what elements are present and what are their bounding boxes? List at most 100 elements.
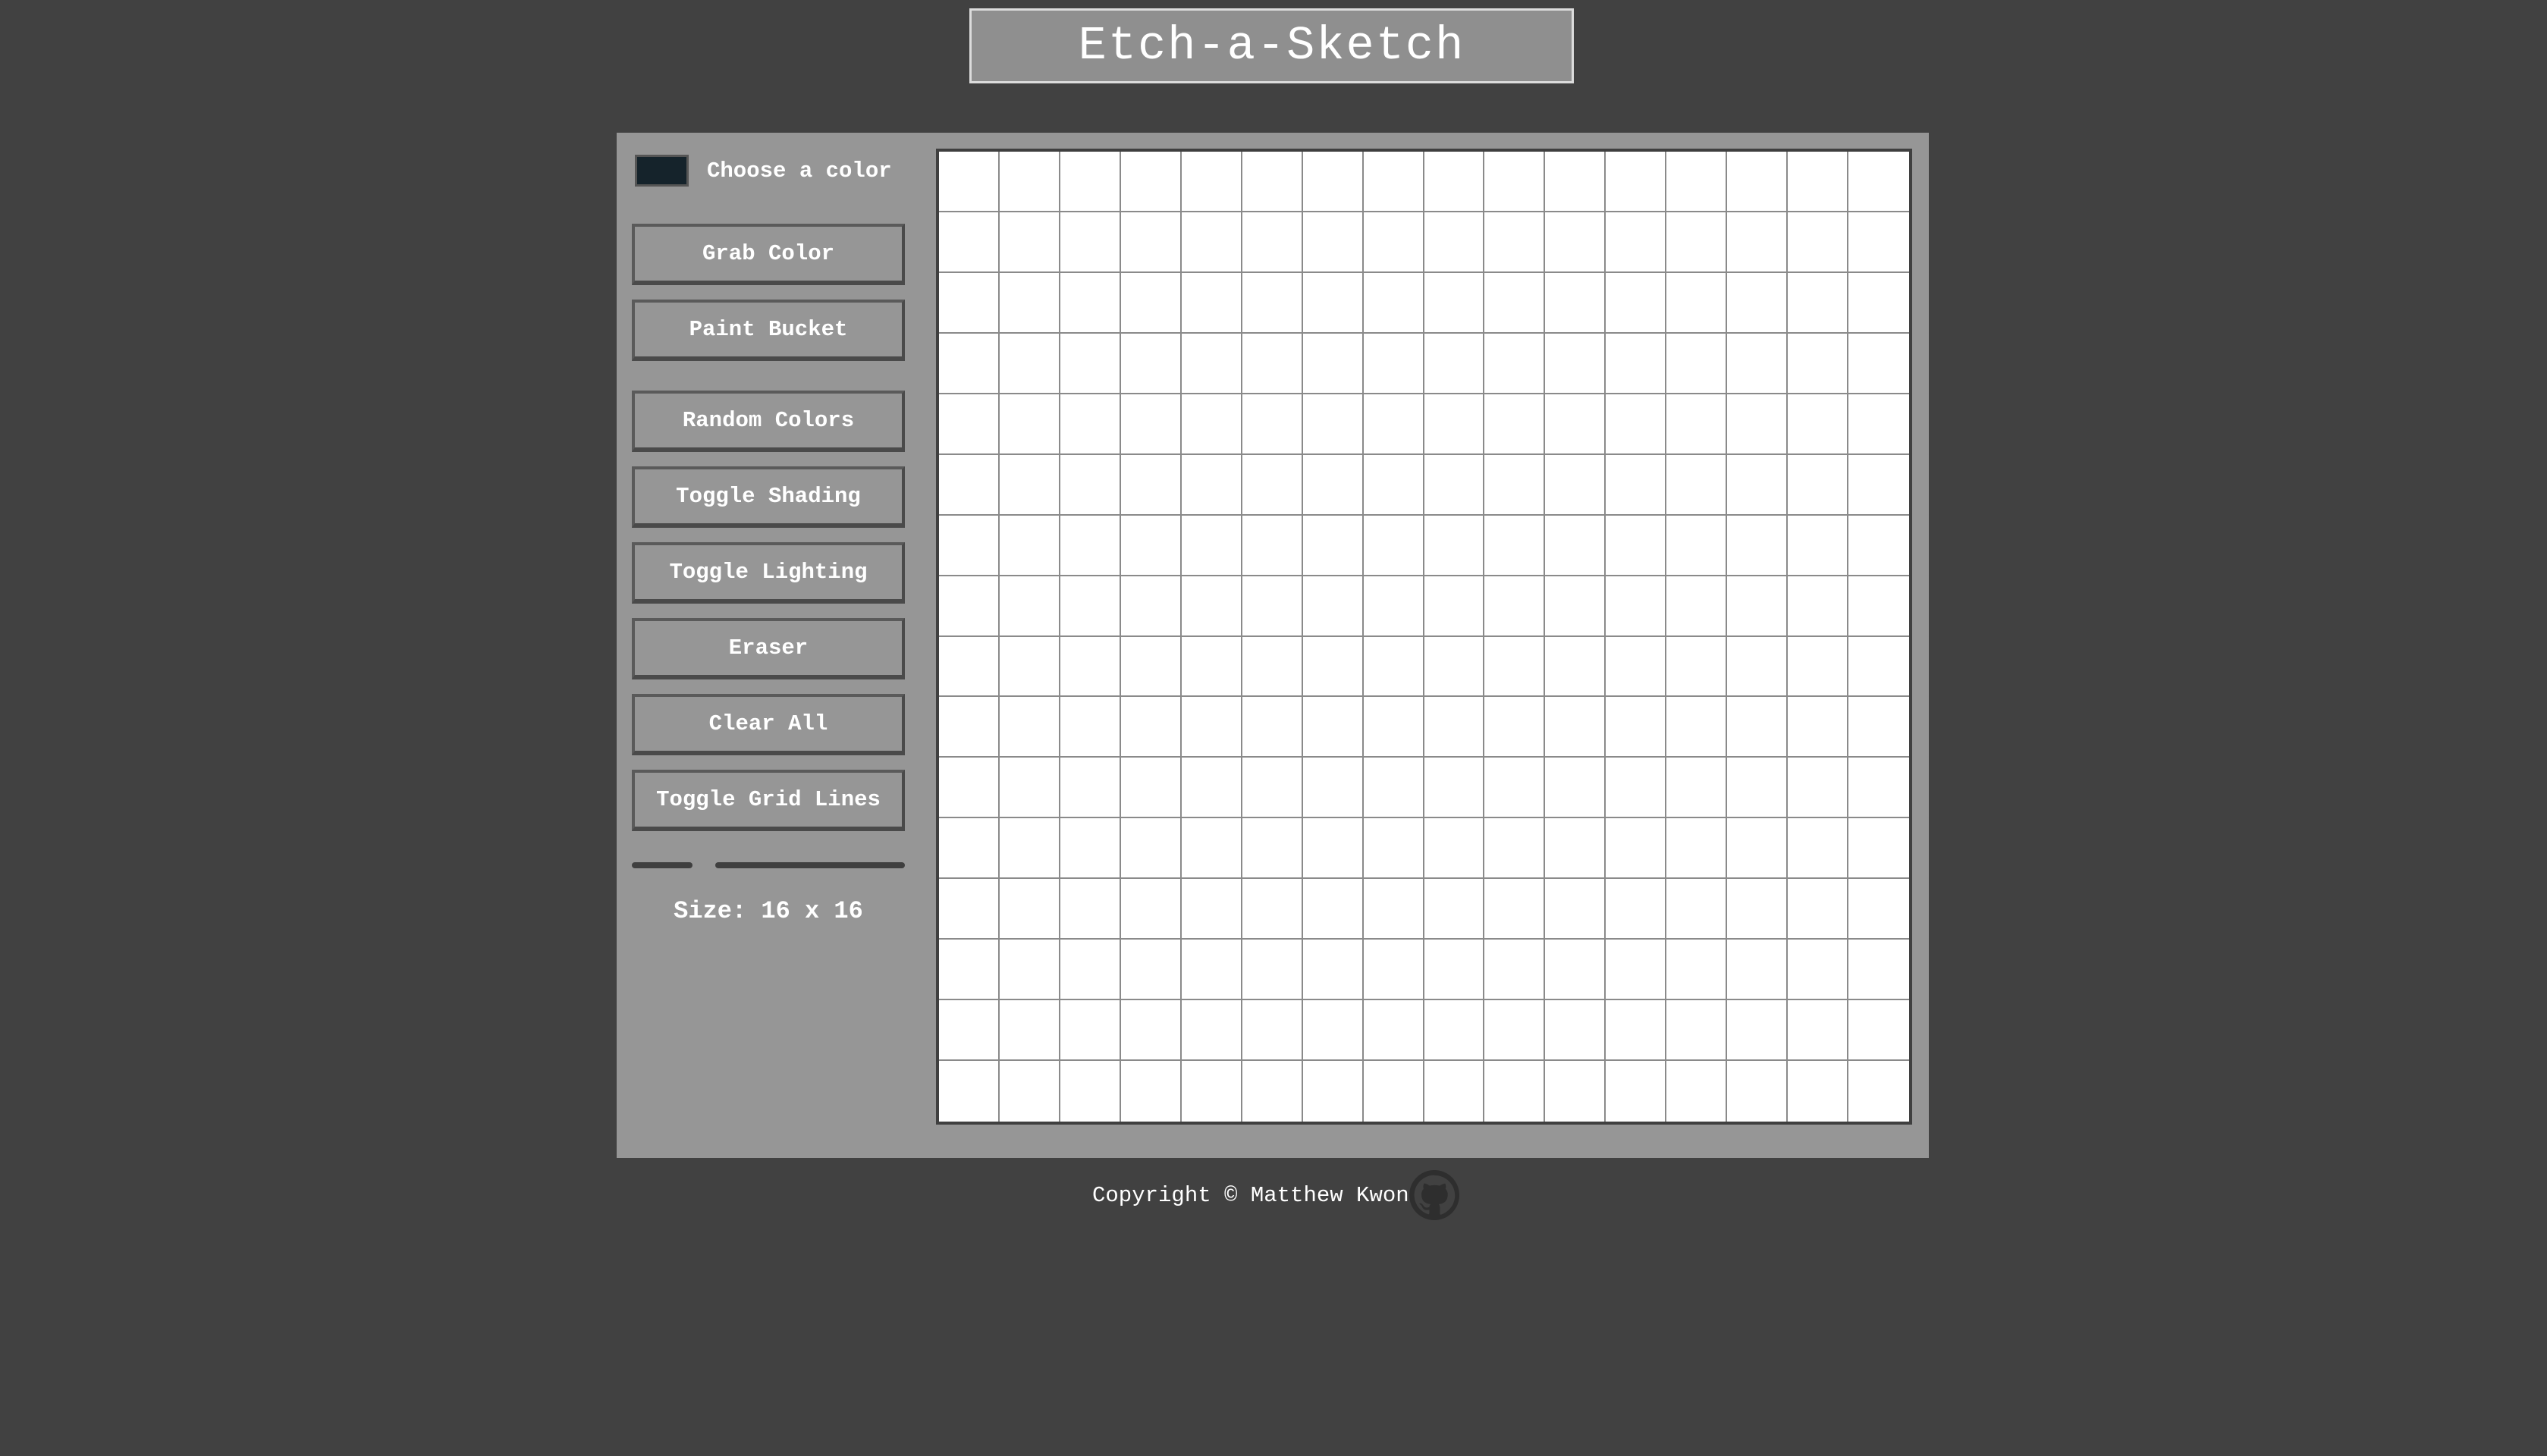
grid-cell[interactable] <box>1424 212 1485 273</box>
grid-cell[interactable] <box>1060 576 1121 637</box>
grid-cell[interactable] <box>939 1061 1000 1122</box>
grid-cell[interactable] <box>1848 454 1909 516</box>
grid-cell[interactable] <box>1302 940 1364 1001</box>
grid-cell[interactable] <box>1545 515 1606 576</box>
grid-cell[interactable] <box>1484 818 1546 880</box>
grid-cell[interactable] <box>1060 515 1121 576</box>
grid-cell[interactable] <box>1060 1000 1121 1062</box>
github-icon[interactable] <box>1409 1170 1459 1220</box>
grid-cell[interactable] <box>1242 758 1303 819</box>
grid-cell[interactable] <box>1666 212 1728 273</box>
grid-cell[interactable] <box>1120 394 1182 455</box>
grid-cell[interactable] <box>1727 1000 1789 1062</box>
grid-cell[interactable] <box>1666 515 1728 576</box>
grid-cell[interactable] <box>1242 1000 1303 1062</box>
grid-cell[interactable] <box>999 272 1060 334</box>
grid-cell[interactable] <box>1606 152 1667 212</box>
grid-cell[interactable] <box>1424 940 1485 1001</box>
grid-cell[interactable] <box>1727 394 1789 455</box>
grid-cell[interactable] <box>1060 454 1121 516</box>
grid-cell[interactable] <box>1242 515 1303 576</box>
grid-cell[interactable] <box>1545 576 1606 637</box>
toggle-lighting-button[interactable]: Toggle Lighting <box>632 542 905 604</box>
grid-cell[interactable] <box>1788 576 1849 637</box>
grab-color-button[interactable]: Grab Color <box>632 224 905 285</box>
grid-cell[interactable] <box>1363 636 1424 698</box>
grid-cell[interactable] <box>1363 1061 1424 1122</box>
eraser-button[interactable]: Eraser <box>632 618 905 679</box>
grid-cell[interactable] <box>1545 879 1606 940</box>
grid-cell[interactable] <box>1848 152 1909 212</box>
grid-cell[interactable] <box>1848 272 1909 334</box>
grid-cell[interactable] <box>1545 1000 1606 1062</box>
grid-cell[interactable] <box>1181 576 1242 637</box>
grid-cell[interactable] <box>939 152 1000 212</box>
grid-cell[interactable] <box>1484 697 1546 758</box>
grid-cell[interactable] <box>1788 697 1849 758</box>
grid-cell[interactable] <box>939 879 1000 940</box>
grid-cell[interactable] <box>999 1061 1060 1122</box>
grid-cell[interactable] <box>1424 697 1485 758</box>
grid-cell[interactable] <box>1666 454 1728 516</box>
grid-cell[interactable] <box>1181 1061 1242 1122</box>
grid-cell[interactable] <box>939 758 1000 819</box>
grid-cell[interactable] <box>1060 394 1121 455</box>
grid-cell[interactable] <box>1242 697 1303 758</box>
grid-cell[interactable] <box>1424 636 1485 698</box>
grid-cell[interactable] <box>1606 333 1667 394</box>
grid-cell[interactable] <box>999 394 1060 455</box>
grid-cell[interactable] <box>1606 1000 1667 1062</box>
grid-cell[interactable] <box>999 636 1060 698</box>
grid-cell[interactable] <box>1363 394 1424 455</box>
grid-cell[interactable] <box>1302 879 1364 940</box>
grid-cell[interactable] <box>939 940 1000 1001</box>
grid-cell[interactable] <box>1545 697 1606 758</box>
grid-cell[interactable] <box>1363 879 1424 940</box>
grid-cell[interactable] <box>1666 636 1728 698</box>
grid-cell[interactable] <box>1060 333 1121 394</box>
color-picker-swatch[interactable] <box>635 155 689 187</box>
grid-cell[interactable] <box>1424 879 1485 940</box>
grid-cell[interactable] <box>999 152 1060 212</box>
grid-cell[interactable] <box>999 212 1060 273</box>
grid-cell[interactable] <box>1302 333 1364 394</box>
grid-cell[interactable] <box>1060 272 1121 334</box>
grid-cell[interactable] <box>1424 1000 1485 1062</box>
grid-cell[interactable] <box>1606 394 1667 455</box>
grid-cell[interactable] <box>1181 394 1242 455</box>
grid-cell[interactable] <box>1484 212 1546 273</box>
grid-cell[interactable] <box>1545 1061 1606 1122</box>
grid-cell[interactable] <box>1060 879 1121 940</box>
grid-cell[interactable] <box>1727 940 1789 1001</box>
grid-cell[interactable] <box>1666 272 1728 334</box>
grid-cell[interactable] <box>1120 152 1182 212</box>
grid-cell[interactable] <box>1484 272 1546 334</box>
grid-cell[interactable] <box>1666 576 1728 637</box>
grid-cell[interactable] <box>939 454 1000 516</box>
grid-cell[interactable] <box>1120 272 1182 334</box>
grid-cell[interactable] <box>939 818 1000 880</box>
grid-cell[interactable] <box>1666 1000 1728 1062</box>
grid-cell[interactable] <box>1181 152 1242 212</box>
grid-cell[interactable] <box>1120 212 1182 273</box>
grid-cell[interactable] <box>1302 212 1364 273</box>
grid-cell[interactable] <box>999 940 1060 1001</box>
grid-cell[interactable] <box>1727 515 1789 576</box>
grid-cell[interactable] <box>1242 576 1303 637</box>
grid-cell[interactable] <box>1181 636 1242 698</box>
grid-cell[interactable] <box>1484 1061 1546 1122</box>
grid-cell[interactable] <box>1606 272 1667 334</box>
grid-cell[interactable] <box>1545 394 1606 455</box>
grid-cell[interactable] <box>1120 333 1182 394</box>
grid-cell[interactable] <box>1727 697 1789 758</box>
grid-cell[interactable] <box>999 454 1060 516</box>
grid-cell[interactable] <box>1788 879 1849 940</box>
grid-cell[interactable] <box>1606 758 1667 819</box>
grid-cell[interactable] <box>1060 1061 1121 1122</box>
toggle-shading-button[interactable]: Toggle Shading <box>632 466 905 528</box>
grid-cell[interactable] <box>1242 1061 1303 1122</box>
grid-cell[interactable] <box>1788 272 1849 334</box>
grid-cell[interactable] <box>1848 212 1909 273</box>
grid-cell[interactable] <box>1848 818 1909 880</box>
grid-cell[interactable] <box>1606 212 1667 273</box>
